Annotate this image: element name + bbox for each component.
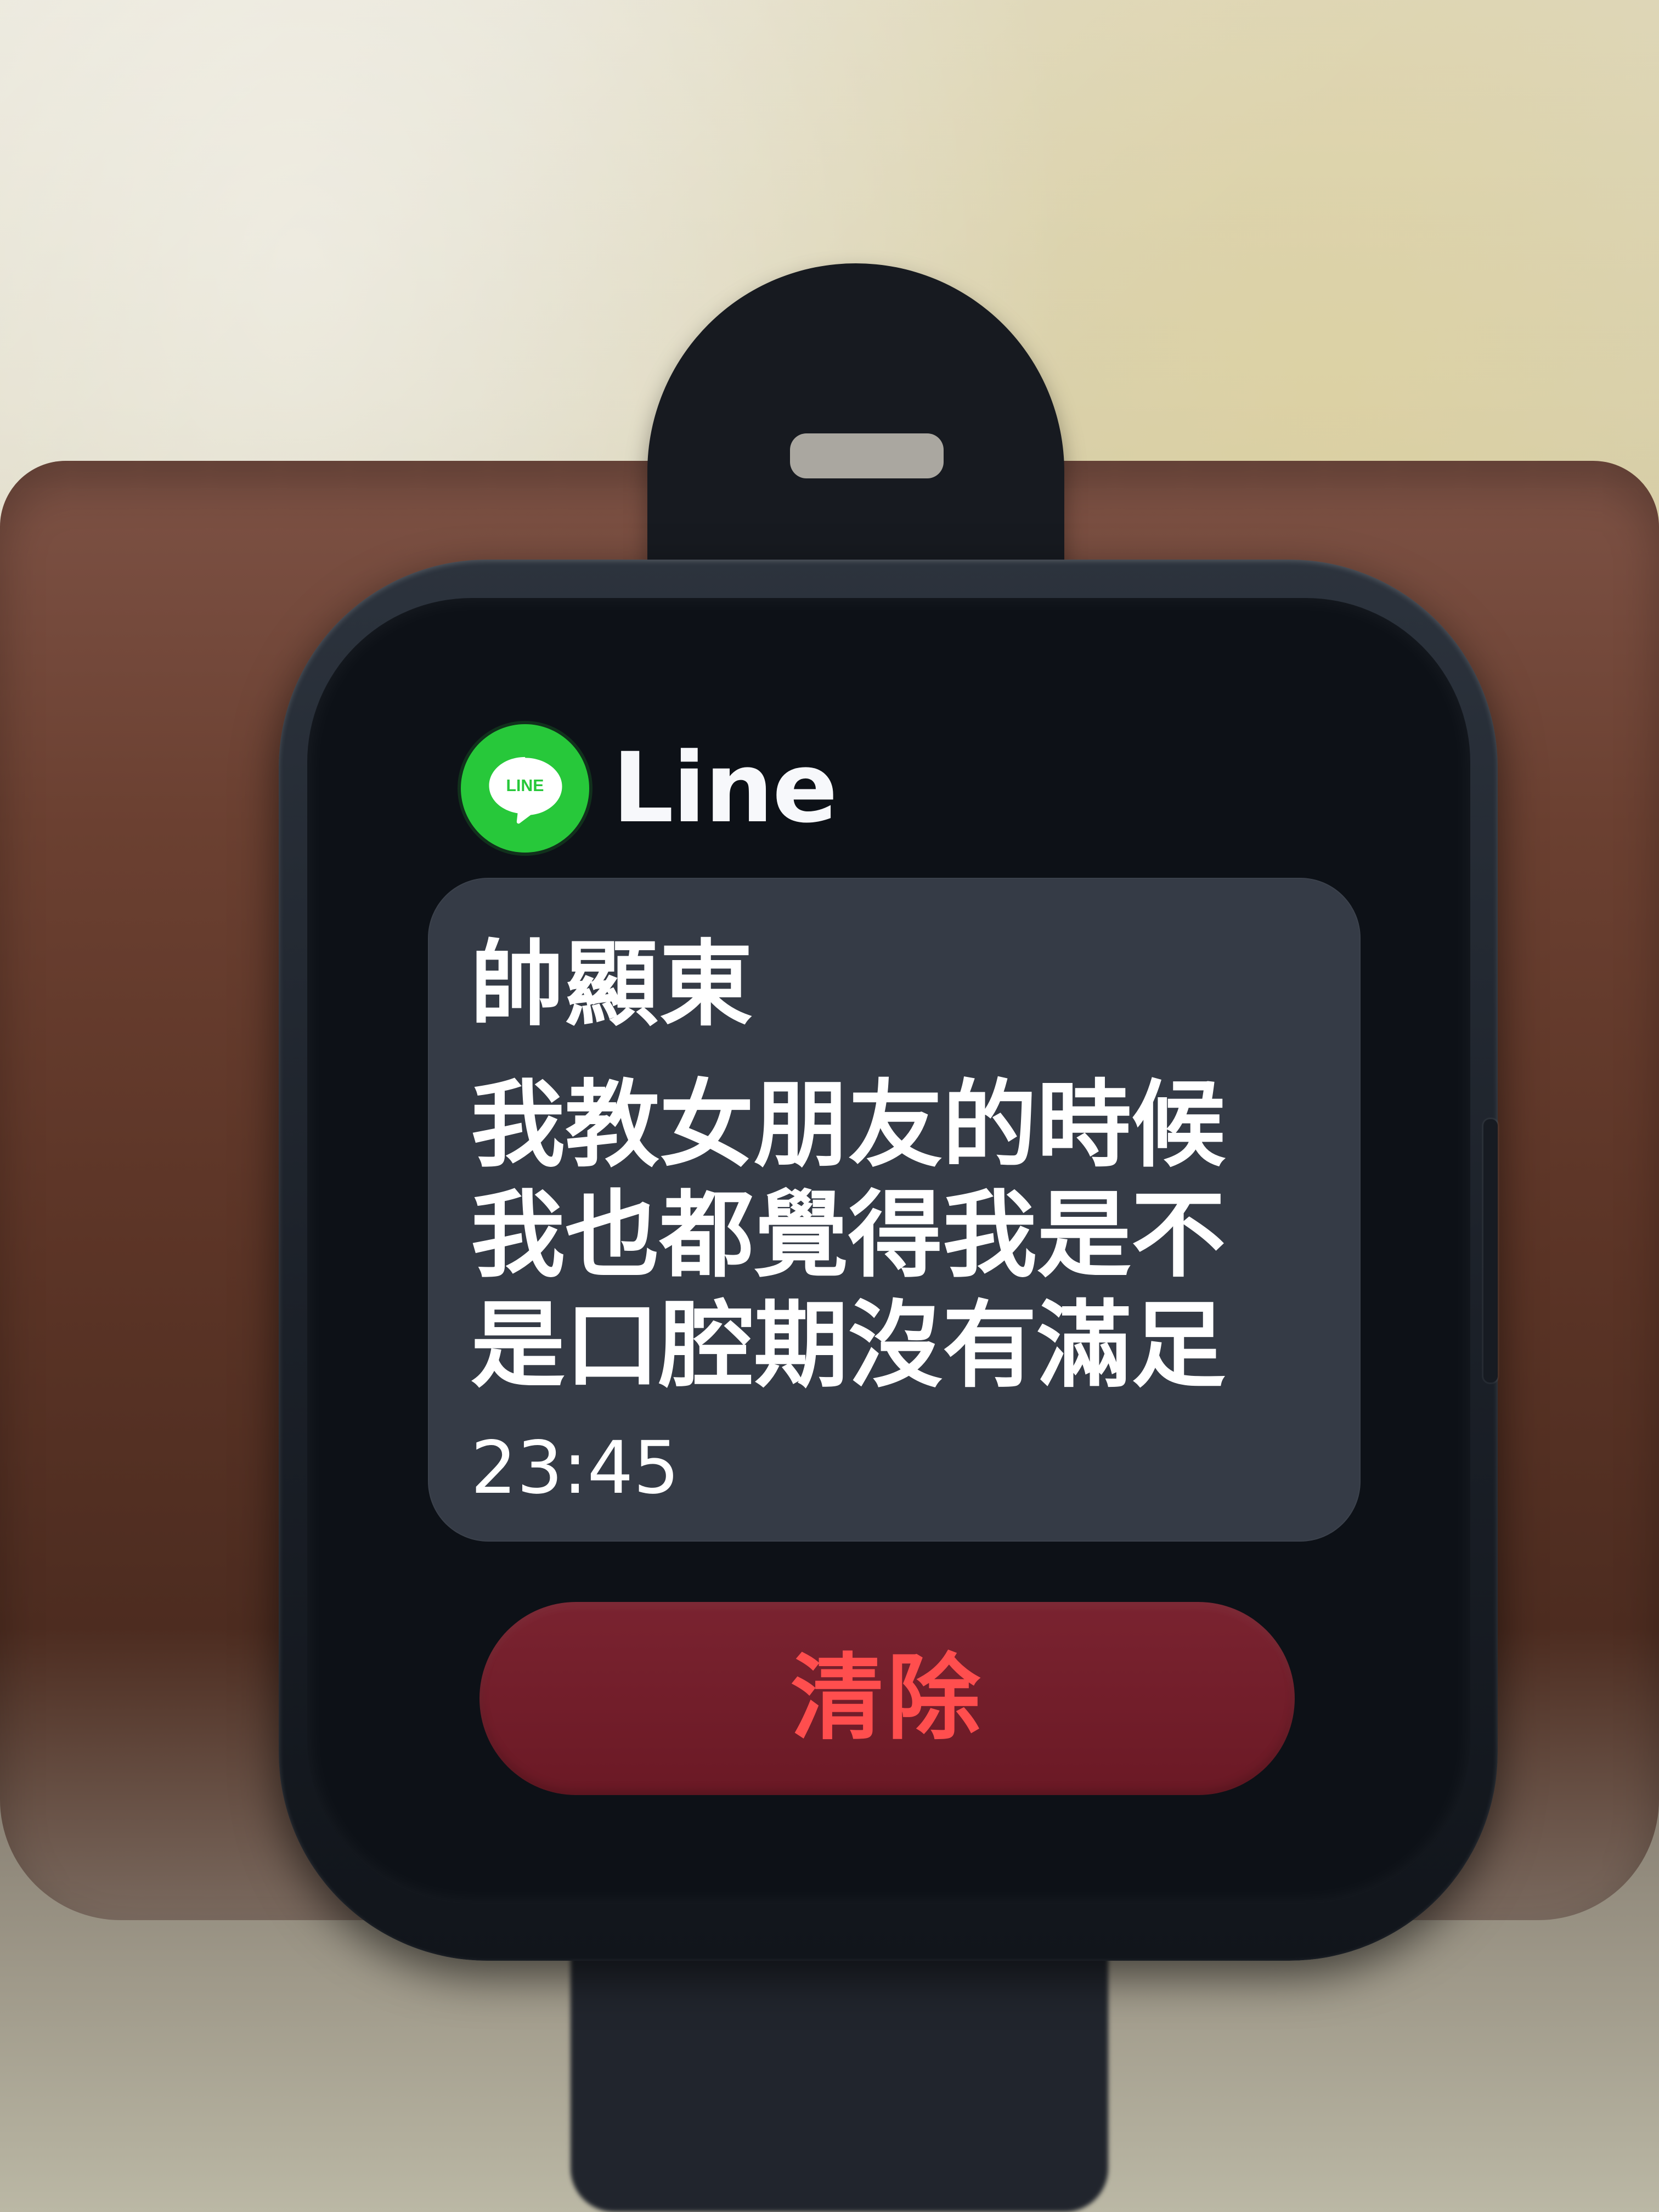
notification-header: LINE Line bbox=[461, 724, 838, 853]
message-text: 我教女朋友的時候我也都覺得我是不是口腔期沒有滿足 bbox=[471, 1070, 1226, 1401]
svg-text:LINE: LINE bbox=[506, 777, 544, 795]
message-time: 23:45 bbox=[471, 1426, 680, 1510]
app-name: Line bbox=[612, 732, 838, 844]
clear-button[interactable]: 清除 bbox=[479, 1602, 1295, 1795]
watch-band-loop bbox=[790, 433, 944, 478]
sender-name: 帥顯東 bbox=[471, 930, 754, 1039]
watch-side-button[interactable] bbox=[1483, 1119, 1498, 1383]
line-icon: LINE bbox=[461, 724, 589, 853]
